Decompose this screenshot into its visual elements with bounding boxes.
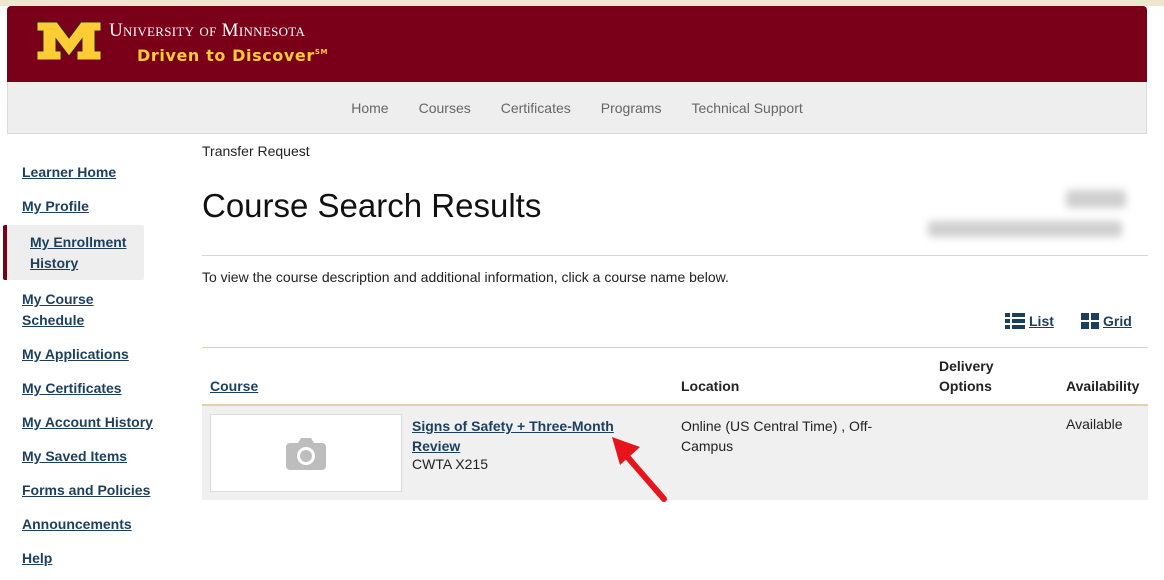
sidebar-item-my-profile[interactable]: My Profile (0, 189, 172, 223)
course-name-link[interactable]: Signs of Safety + Three-Month Review (412, 416, 632, 456)
user-email-redacted (928, 221, 1122, 237)
top-navigation: Home Courses Certificates Programs Techn… (7, 82, 1147, 134)
course-location: Online (US Central Time) , Off-Campus (681, 418, 873, 454)
nav-certificates[interactable]: Certificates (486, 100, 586, 116)
sidebar-item-my-applications[interactable]: My Applications (0, 337, 172, 371)
course-code: CWTA X215 (412, 456, 488, 472)
column-header-delivery-options: Delivery Options (939, 358, 994, 394)
instructions-text: To view the course description and addit… (202, 269, 729, 285)
nav-technical-support[interactable]: Technical Support (676, 100, 817, 116)
breadcrumb[interactable]: Transfer Request (202, 143, 310, 159)
course-availability: Available (1066, 416, 1123, 432)
list-view-label: List (1029, 313, 1054, 329)
tagline: Driven to DiscoverSM (137, 46, 329, 65)
grid-icon (1081, 313, 1099, 329)
sidebar-item-my-certificates[interactable]: My Certificates (0, 371, 172, 405)
annotation-arrow-icon (612, 437, 667, 502)
divider (202, 255, 1148, 256)
university-name[interactable]: University of Minnesota (109, 20, 305, 42)
sidebar: Learner Home My Profile My Enrollment Hi… (0, 155, 172, 575)
camera-icon (286, 438, 326, 470)
sidebar-item-announcements[interactable]: Announcements (0, 507, 172, 541)
sidebar-item-forms-and-policies[interactable]: Forms and Policies (0, 473, 172, 507)
nav-programs[interactable]: Programs (586, 100, 677, 116)
sidebar-item-my-course-schedule[interactable]: My Course Schedule (0, 282, 122, 337)
user-name-redacted (1066, 190, 1126, 208)
list-view-button[interactable]: List (1005, 313, 1054, 329)
course-thumbnail[interactable] (210, 414, 402, 492)
list-icon (1005, 313, 1025, 329)
page-title: Course Search Results (202, 187, 542, 224)
sidebar-item-my-enrollment-history[interactable]: My Enrollment History (3, 225, 144, 280)
sidebar-item-my-saved-items[interactable]: My Saved Items (0, 439, 172, 473)
nav-home[interactable]: Home (336, 100, 403, 116)
grid-view-label: Grid (1103, 313, 1132, 329)
table-row: Signs of Safety + Three-Month Review CWT… (202, 406, 1148, 500)
university-m-logo[interactable] (37, 22, 101, 60)
sidebar-item-my-account-history[interactable]: My Account History (0, 405, 172, 439)
column-header-availability: Availability (1066, 378, 1140, 394)
sidebar-item-help[interactable]: Help (0, 541, 172, 575)
sidebar-item-learner-home[interactable]: Learner Home (0, 155, 172, 189)
column-header-location: Location (681, 378, 740, 394)
grid-view-button[interactable]: Grid (1081, 313, 1132, 329)
nav-courses[interactable]: Courses (404, 100, 486, 116)
site-header: University of Minnesota Driven to Discov… (7, 6, 1147, 82)
column-header-course[interactable]: Course (210, 376, 258, 396)
table-top-border (202, 347, 1148, 348)
